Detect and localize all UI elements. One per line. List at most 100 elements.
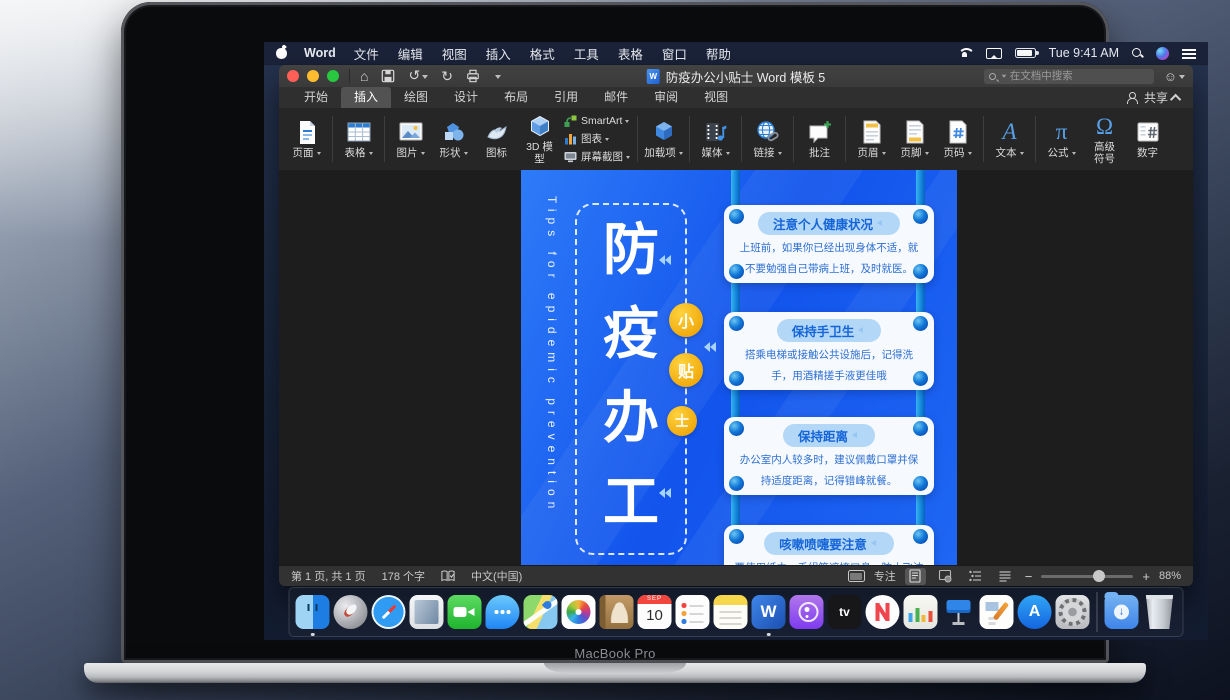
screen-mirroring-icon[interactable] — [986, 48, 1002, 59]
tab-review[interactable]: 审阅 — [641, 87, 691, 108]
text-button[interactable]: A 文本 — [988, 117, 1031, 162]
tab-view[interactable]: 视图 — [691, 87, 741, 108]
dock-safari-icon[interactable] — [372, 595, 406, 629]
language-indicator[interactable]: 中文(中国) — [471, 568, 522, 584]
menu-help[interactable]: 帮助 — [706, 44, 731, 63]
print-layout-view-button[interactable] — [905, 568, 926, 585]
tab-home[interactable]: 开始 — [291, 87, 341, 108]
tab-layout[interactable]: 布局 — [491, 87, 541, 108]
menu-bar-clock[interactable]: Tue 9:41 AM — [1049, 46, 1119, 60]
dock-downloads-icon[interactable] — [1105, 595, 1139, 629]
search-input[interactable] — [1010, 70, 1149, 82]
dock-launchpad-icon[interactable] — [334, 595, 368, 629]
dock-trash-icon[interactable] — [1143, 595, 1177, 629]
comment-button[interactable]: 批注 — [798, 117, 841, 162]
tab-references[interactable]: 引用 — [541, 87, 591, 108]
share-button[interactable]: 共享 — [1126, 89, 1181, 106]
dock-notes-icon[interactable] — [714, 595, 748, 629]
menu-tools[interactable]: 工具 — [574, 44, 599, 63]
zoom-in-button[interactable]: + — [1142, 570, 1150, 583]
menu-format[interactable]: 格式 — [530, 44, 555, 63]
3d-model-button[interactable]: 3D 模型 — [518, 111, 561, 167]
equation-button[interactable]: π 公式 — [1040, 117, 1083, 162]
dock-photos-icon[interactable] — [562, 595, 596, 629]
customize-toolbar-chevron-icon[interactable] — [495, 75, 501, 82]
document-search-box[interactable] — [984, 69, 1154, 84]
dock-messages-icon[interactable] — [486, 595, 520, 629]
focus-mode-label[interactable]: 专注 — [874, 568, 896, 584]
media-button[interactable]: 媒体 — [694, 117, 737, 162]
dock-appletv-icon[interactable]: tv — [828, 595, 862, 629]
dock-system-preferences-icon[interactable] — [1056, 595, 1090, 629]
zoom-button[interactable] — [327, 70, 339, 82]
menu-file[interactable]: 文件 — [354, 44, 379, 63]
siri-icon[interactable] — [1156, 47, 1169, 60]
dock-finder-icon[interactable] — [296, 595, 330, 629]
spellcheck-icon[interactable] — [441, 569, 455, 583]
menu-view[interactable]: 视图 — [442, 44, 467, 63]
dock-contacts-icon[interactable] — [600, 595, 634, 629]
smartart-button[interactable]: SmartArt — [564, 115, 630, 128]
undo-button[interactable]: ↺ — [408, 67, 428, 85]
dock-appstore-icon[interactable]: A — [1018, 595, 1052, 629]
screenshot-button[interactable]: 屏幕截图 — [564, 149, 630, 164]
apple-menu-icon[interactable] — [276, 46, 288, 60]
chart-button[interactable]: 图表 — [564, 131, 630, 146]
redo-icon[interactable]: ↻ — [441, 69, 453, 83]
close-button[interactable] — [287, 70, 299, 82]
word-count[interactable]: 178 个字 — [382, 568, 425, 584]
dock-mail-icon[interactable] — [410, 595, 444, 629]
dock-word-icon[interactable]: W — [752, 595, 786, 629]
menu-window[interactable]: 窗口 — [662, 44, 687, 63]
dock-maps-icon[interactable] — [524, 595, 558, 629]
save-icon[interactable] — [381, 69, 395, 83]
feedback-smiley-button[interactable]: ☺ — [1164, 69, 1185, 84]
dock-keynote-icon[interactable] — [942, 595, 976, 629]
outline-view-button[interactable] — [965, 568, 986, 585]
zoom-slider-thumb[interactable] — [1093, 570, 1105, 582]
shapes-button[interactable]: 形状 — [432, 117, 475, 162]
add-ins-button[interactable]: 加载项 — [642, 117, 685, 162]
dock-pages-icon[interactable] — [980, 595, 1014, 629]
dock-reminders-icon[interactable] — [676, 595, 710, 629]
menu-edit[interactable]: 编辑 — [398, 44, 423, 63]
menu-app-name[interactable]: Word — [304, 46, 336, 60]
battery-icon[interactable] — [1015, 48, 1036, 58]
page-indicator[interactable]: 第 1 页, 共 1 页 — [291, 568, 366, 584]
links-button[interactable]: 链接 — [746, 117, 789, 162]
advanced-symbol-button[interactable]: Ω 高级 符号 — [1083, 111, 1126, 167]
notification-center-icon[interactable] — [1182, 48, 1196, 59]
document-canvas[interactable]: Tips for epidemic prevention 防 疫 办 工 小 贴… — [279, 170, 1193, 565]
web-layout-view-button[interactable] — [935, 568, 956, 585]
header-button[interactable]: 页眉 — [850, 117, 893, 162]
zoom-level[interactable]: 88% — [1159, 570, 1181, 582]
home-icon[interactable]: ⌂ — [360, 69, 368, 83]
dock-calendar-icon[interactable]: SEP10 — [638, 595, 672, 629]
icons-button[interactable]: 图标 — [475, 117, 518, 162]
tab-draw[interactable]: 绘图 — [391, 87, 441, 108]
collapse-ribbon-chevron-icon[interactable] — [1170, 93, 1181, 104]
print-icon[interactable] — [466, 69, 480, 83]
dock-facetime-icon[interactable] — [448, 595, 482, 629]
footer-button[interactable]: 页脚 — [893, 117, 936, 162]
menu-table[interactable]: 表格 — [618, 44, 643, 63]
tab-mailings[interactable]: 邮件 — [591, 87, 641, 108]
spotlight-icon[interactable] — [1132, 48, 1143, 59]
dock-podcasts-icon[interactable] — [790, 595, 824, 629]
table-button[interactable]: 表格 — [337, 117, 380, 162]
dock-numbers-icon[interactable] — [904, 595, 938, 629]
zoom-out-button[interactable]: − — [1025, 570, 1033, 583]
wifi-icon[interactable] — [957, 47, 973, 59]
pages-button[interactable]: 页面 — [285, 117, 328, 162]
zoom-slider[interactable] — [1041, 575, 1133, 578]
tab-design[interactable]: 设计 — [441, 87, 491, 108]
minimize-button[interactable] — [307, 70, 319, 82]
number-button[interactable]: 数字 — [1126, 117, 1169, 162]
menu-insert[interactable]: 插入 — [486, 44, 511, 63]
dock-news-icon[interactable] — [866, 595, 900, 629]
picture-button[interactable]: 图片 — [389, 117, 432, 162]
draft-view-button[interactable] — [995, 568, 1016, 585]
page-number-button[interactable]: 页码 — [936, 117, 979, 162]
focus-mode-icon[interactable] — [848, 570, 865, 582]
tab-insert[interactable]: 插入 — [341, 87, 391, 108]
